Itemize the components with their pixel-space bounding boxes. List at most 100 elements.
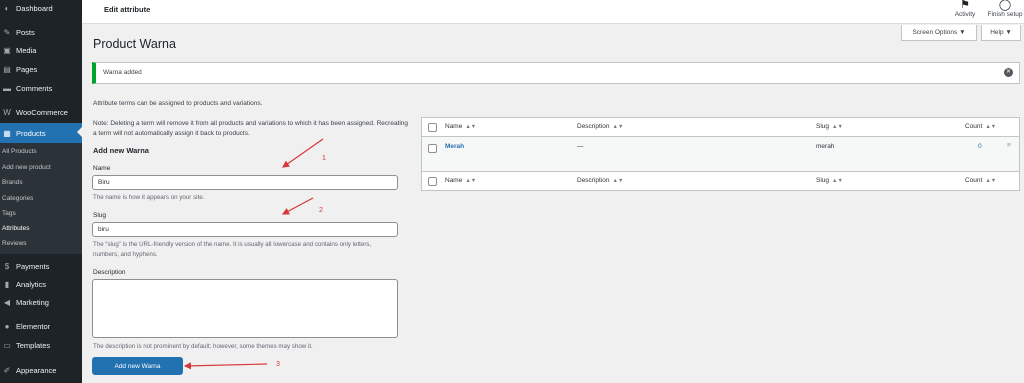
- column-count-header[interactable]: Count ▲▼: [965, 123, 996, 130]
- annotation-arrow-1: [282, 138, 324, 168]
- comment-icon: ▬: [3, 84, 11, 93]
- submenu-categories[interactable]: Categories: [2, 195, 33, 202]
- sidebar-item-payments[interactable]: $ Payments: [0, 258, 82, 275]
- submenu-brands[interactable]: Brands: [2, 179, 23, 186]
- sidebar-item-analytics[interactable]: ▮ Analytics: [0, 276, 82, 293]
- sidebar-item-label: Marketing: [16, 298, 49, 307]
- drag-handle-icon[interactable]: ≡: [1007, 142, 1011, 149]
- progress-circle-icon: ◯: [998, 0, 1012, 11]
- page-title: Product Warna: [93, 37, 176, 51]
- sidebar-item-templates[interactable]: ▭ Templates: [0, 337, 82, 354]
- finish-setup-button[interactable]: ◯ Finish setup: [986, 0, 1024, 18]
- description-textarea[interactable]: [92, 279, 398, 338]
- sidebar-item-label: Media: [16, 46, 37, 55]
- sidebar-item-media[interactable]: ▣ Media: [0, 42, 82, 59]
- name-help: The name is how it appears on your site.: [93, 194, 205, 201]
- notice-text: Warna added: [103, 69, 142, 76]
- table-header-row: Name ▲▼ Description ▲▼ Slug ▲▼ Count ▲▼: [422, 118, 1019, 137]
- column-description-header[interactable]: Description ▲▼: [577, 123, 623, 130]
- submenu-reviews[interactable]: Reviews: [2, 240, 27, 247]
- admin-sidebar: ◐ Dashboard ✎ Posts ▣ Media ▤ Pages ▬ Co…: [0, 0, 82, 383]
- table-footer-row: Name ▲▼ Description ▲▼ Slug ▲▼ Count ▲▼: [422, 172, 1019, 191]
- slug-input[interactable]: [92, 222, 398, 237]
- name-input[interactable]: [92, 175, 398, 190]
- activity-label: Activity: [954, 11, 976, 18]
- sort-icon: ▲▼: [612, 124, 624, 130]
- sidebar-item-pages[interactable]: ▤ Pages: [0, 61, 82, 78]
- annotation-number-2: 2: [319, 207, 323, 214]
- submenu-all-products[interactable]: All Products: [2, 148, 37, 155]
- column-label: Name: [445, 177, 463, 184]
- add-new-term-button[interactable]: Add new Warna: [92, 357, 183, 375]
- select-all-checkbox-footer[interactable]: [428, 177, 437, 186]
- add-term-heading: Add new Warna: [93, 146, 149, 155]
- woo-icon: W: [3, 108, 11, 117]
- megaphone-icon: ◀: [3, 298, 11, 307]
- column-name-header[interactable]: Name ▲▼: [445, 123, 476, 130]
- sidebar-item-label: Dashboard: [16, 4, 53, 13]
- column-label: Description: [577, 123, 610, 130]
- slug-help: The “slug” is the URL-friendly version o…: [93, 241, 372, 258]
- sidebar-item-label: WooCommerce: [16, 108, 68, 117]
- templates-icon: ▭: [3, 341, 11, 350]
- sidebar-item-label: Elementor: [16, 322, 51, 331]
- name-label: Name: [93, 165, 111, 172]
- sidebar-item-label: Products: [16, 128, 46, 138]
- submenu-attributes[interactable]: Attributes: [2, 225, 29, 232]
- finish-setup-label: Finish setup: [987, 11, 1023, 18]
- sidebar-item-label: Analytics: [16, 280, 47, 289]
- sidebar-item-appearance[interactable]: ✐ Appearance: [0, 362, 82, 379]
- dismiss-icon[interactable]: ✕: [1004, 68, 1013, 77]
- column-name-footer[interactable]: Name ▲▼: [445, 177, 476, 184]
- term-name-link[interactable]: Merah: [445, 143, 464, 150]
- select-all-checkbox[interactable]: [428, 123, 437, 132]
- sidebar-item-label: Posts: [16, 28, 35, 37]
- sidebar-item-dashboard[interactable]: ◐ Dashboard: [0, 0, 82, 17]
- products-icon: ▦: [3, 128, 11, 138]
- column-label: Count: [965, 177, 983, 184]
- sidebar-item-elementor[interactable]: ● Elementor: [0, 318, 82, 335]
- annotation-number-3: 3: [276, 361, 280, 368]
- column-description-footer[interactable]: Description ▲▼: [577, 177, 623, 184]
- annotation-arrow-3: [183, 362, 268, 370]
- sidebar-item-marketing[interactable]: ◀ Marketing: [0, 294, 82, 311]
- term-slug: merah: [816, 143, 835, 150]
- column-count-footer[interactable]: Count ▲▼: [965, 177, 996, 184]
- sidebar-item-woocommerce[interactable]: W WooCommerce: [0, 104, 82, 121]
- sort-icon: ▲▼: [465, 178, 477, 184]
- row-checkbox[interactable]: [428, 144, 437, 153]
- products-submenu: All Products Add new product Brands Cate…: [0, 143, 82, 254]
- submenu-add-new-product[interactable]: Add new product: [2, 164, 51, 171]
- submenu-tags[interactable]: Tags: [2, 210, 16, 217]
- screen-options-button[interactable]: Screen Options ▼: [901, 25, 977, 41]
- column-slug-header[interactable]: Slug ▲▼: [816, 123, 843, 130]
- column-label: Name: [445, 123, 463, 130]
- sidebar-item-label: Comments: [16, 84, 53, 93]
- pages-icon: ▤: [3, 65, 11, 74]
- appearance-icon: ✐: [3, 366, 11, 375]
- term-count-link[interactable]: 0: [978, 143, 982, 150]
- description-help: The description is not prominent by defa…: [93, 343, 313, 350]
- flag-icon: ⚑: [960, 0, 970, 11]
- annotation-number-1: 1: [322, 155, 326, 162]
- sidebar-item-comments[interactable]: ▬ Comments: [0, 80, 82, 97]
- header-title: Edit attribute: [104, 5, 151, 14]
- column-label: Description: [577, 177, 610, 184]
- sort-icon: ▲▼: [465, 124, 477, 130]
- deleting-note: Note: Deleting a term will remove it fro…: [93, 120, 409, 137]
- sort-icon: ▲▼: [985, 178, 997, 184]
- sort-icon: ▲▼: [985, 124, 997, 130]
- help-button[interactable]: Help ▼: [981, 25, 1021, 41]
- activity-button[interactable]: ⚑ Activity: [950, 0, 980, 18]
- pin-icon: ✎: [3, 28, 11, 37]
- payments-icon: $: [4, 262, 10, 271]
- sidebar-item-products[interactable]: ▦ Products: [0, 123, 82, 143]
- sidebar-item-posts[interactable]: ✎ Posts: [0, 24, 82, 41]
- description-label: Description: [93, 269, 126, 276]
- sidebar-item-label: Pages: [16, 65, 38, 74]
- sidebar-item-label: Templates: [16, 341, 51, 350]
- column-slug-footer[interactable]: Slug ▲▼: [816, 177, 843, 184]
- sort-icon: ▲▼: [832, 178, 843, 184]
- media-icon: ▣: [3, 46, 11, 55]
- success-notice: Warna added ✕: [92, 62, 1020, 84]
